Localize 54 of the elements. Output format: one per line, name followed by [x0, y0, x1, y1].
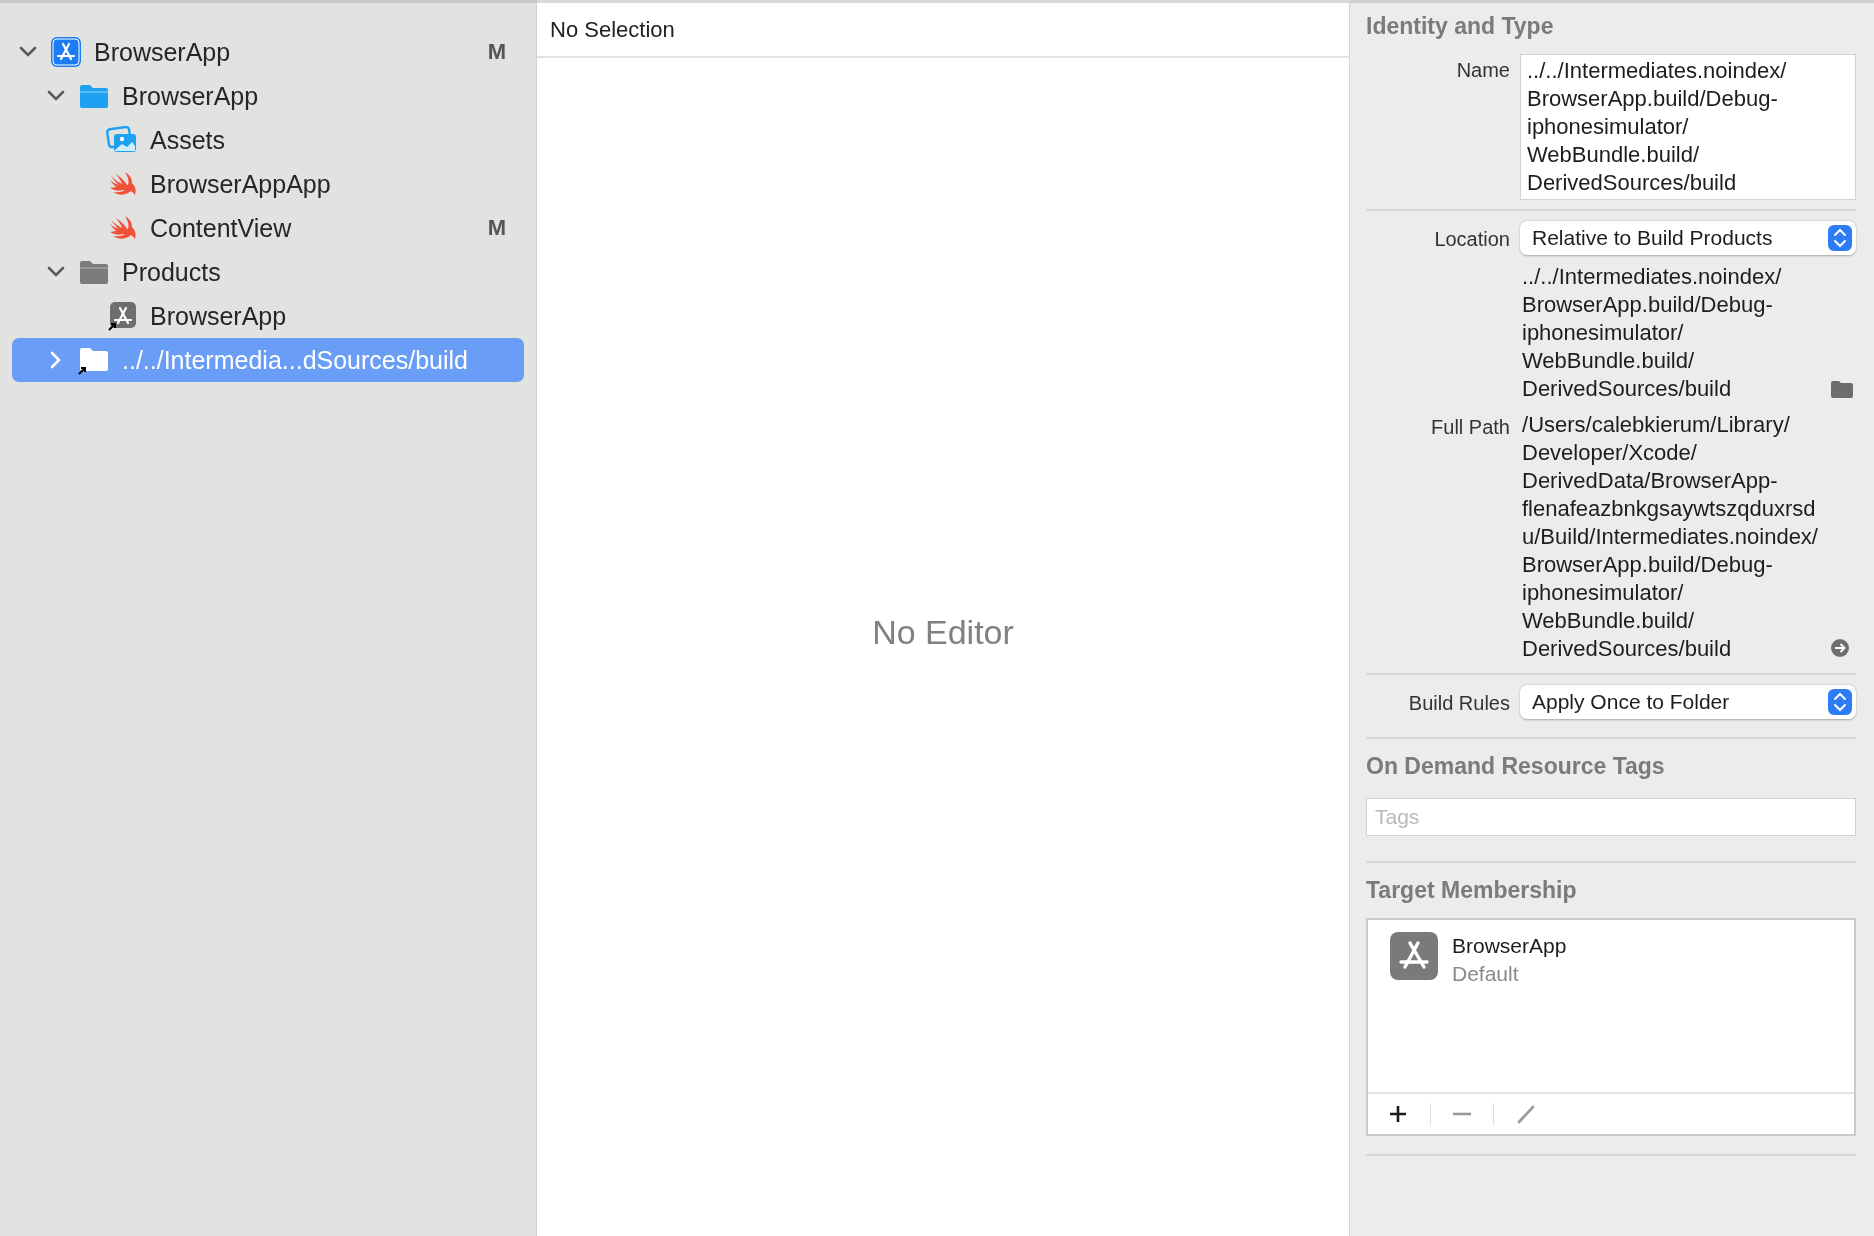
section-title: Identity and Type — [1366, 13, 1555, 40]
images-icon — [106, 126, 138, 154]
item-label: BrowserApp — [122, 81, 260, 111]
chevron-down-icon[interactable] — [47, 90, 65, 102]
plus-icon — [1388, 1104, 1408, 1124]
stepper-icon — [1828, 689, 1852, 715]
target-name: BrowserApp — [1452, 933, 1567, 959]
folder-icon — [78, 82, 110, 110]
app-icon — [50, 36, 82, 68]
chevron-down-icon[interactable] — [47, 266, 65, 278]
bird-icon — [107, 214, 137, 242]
item-label: Products — [122, 257, 222, 287]
status-label: M — [487, 215, 506, 241]
empty-state-text: No Editor — [872, 612, 1014, 652]
location-dropdown[interactable]: Relative to Build Products — [1520, 221, 1856, 255]
app-icon — [107, 301, 137, 331]
target-detail: Default — [1452, 961, 1520, 987]
section-title: On Demand Resource Tags — [1366, 753, 1666, 780]
stepper-icon — [1828, 225, 1852, 251]
minus-icon — [1453, 1112, 1471, 1116]
folder-icon — [78, 345, 110, 375]
field-label: Location — [1433, 227, 1510, 252]
location-path: ../../Intermediates.noindex/BrowserApp.build/Debug-iphonesimulator/WebBundle.build/DerivedSources/build — [1521, 263, 1783, 403]
bird-icon — [107, 170, 137, 198]
tree-item[interactable]: Products — [12, 250, 524, 294]
arrow-circle-icon[interactable] — [1830, 638, 1850, 658]
folder-icon — [78, 258, 110, 286]
editor-header: No Selection — [550, 16, 675, 43]
tree-item[interactable]: BrowserAppApp — [12, 162, 524, 206]
field-label: Name — [1455, 58, 1510, 83]
status-label: M — [487, 39, 506, 65]
full-path-text: /Users/calebkierum/Library/Developer/Xcode/DerivedData/BrowserApp-flenafeazbnkgsaywtszqduxrsdu/Build/Intermediates.noindex/BrowserApp.build/Debug-iphonesimulator/WebBundle.build/DerivedSources/build — [1521, 411, 1819, 663]
tree-item[interactable]: BrowserApp M — [12, 30, 524, 74]
item-label: ContentView — [150, 213, 293, 243]
field-label: Full Path — [1430, 415, 1510, 440]
tree-item[interactable]: BrowserApp — [12, 294, 524, 338]
chevron-down-icon[interactable] — [19, 46, 37, 58]
item-label: BrowserApp — [94, 37, 232, 67]
chevron-right-icon[interactable] — [50, 351, 62, 369]
tree-item[interactable]: BrowserApp — [12, 74, 524, 118]
item-label: BrowserAppApp — [150, 169, 332, 199]
tags-field[interactable]: Tags — [1366, 798, 1856, 836]
folder-icon[interactable] — [1830, 379, 1854, 399]
item-label: ../../Intermedia...dSources/build — [122, 345, 469, 375]
tree-item[interactable]: ContentView M — [12, 206, 524, 250]
name-field[interactable]: ../../Intermediates.noindex/BrowserApp.build/Debug-iphonesimulator/WebBundle.build/DerivedSources/build — [1520, 54, 1856, 200]
item-label: BrowserApp — [150, 301, 288, 331]
build-rules-dropdown[interactable]: Apply Once to Folder — [1520, 685, 1856, 719]
app-icon — [1390, 932, 1438, 980]
section-title: Target Membership — [1366, 877, 1578, 904]
tree-item[interactable]: Assets — [12, 118, 524, 162]
pencil-icon — [1516, 1104, 1536, 1124]
item-label: Assets — [150, 125, 227, 155]
field-label: Build Rules — [1407, 691, 1510, 716]
